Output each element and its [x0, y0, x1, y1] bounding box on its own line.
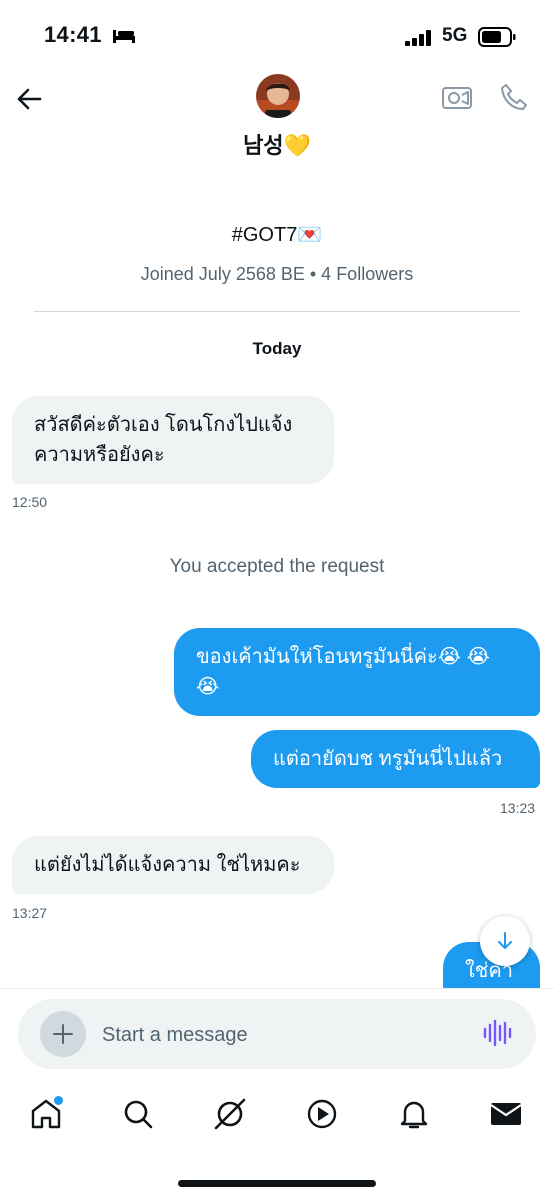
message-text: สวัสดีค่ะตัวเอง โดนโกงไปแจ้งความหรือยังค… — [34, 414, 293, 466]
add-media-button[interactable] — [40, 1011, 86, 1057]
bell-icon — [400, 1101, 428, 1129]
home-unread-dot — [52, 1094, 65, 1107]
received-message[interactable]: สวัสดีค่ะตัวเอง โดนโกงไปแจ้งความหรือยังค… — [12, 396, 334, 484]
grok-icon — [214, 1098, 246, 1130]
avatar[interactable] — [256, 74, 300, 118]
message-input[interactable] — [100, 1017, 464, 1053]
message-text: แต่ยังไม่ได้แจ้งความ ใช่ไหมคะ — [34, 854, 301, 876]
nav-notifications[interactable] — [396, 1096, 432, 1132]
voice-message-button[interactable] — [482, 1018, 512, 1048]
sent-message[interactable]: ของเค้ามันให่โอนทรูมันนี่ค่ะ😭 😭 😭 — [174, 628, 540, 716]
play-icon — [307, 1099, 337, 1129]
nav-grok[interactable] — [212, 1096, 248, 1132]
profile-joined-info: Joined July 2568 BE • 4 Followers — [140, 264, 414, 284]
message-text: แต่อายัดบช ทรูมันนี่ไปแล้ว — [273, 748, 503, 770]
envelope-icon — [490, 1103, 522, 1125]
system-message: You accepted the request — [169, 556, 385, 577]
message-text: ของเค้ามันให่โอนทรูมันนี่ค่ะ😭 😭 😭 — [196, 646, 490, 698]
sleep-focus-icon — [113, 30, 135, 43]
plus-icon — [53, 1024, 73, 1044]
message-timestamp: 12:50 — [12, 494, 48, 510]
status-time: 14:41 — [44, 22, 102, 47]
received-message[interactable]: แต่ยังไม่ได้แจ้งความ ใช่ไหมคะ — [12, 836, 334, 894]
nav-search[interactable] — [120, 1096, 156, 1132]
arrow-down-icon — [498, 932, 512, 949]
profile-bio: #GOT7💌 — [231, 224, 323, 246]
sent-message[interactable]: แต่อายัดบช ทรูมันนี่ไปแล้ว — [251, 730, 540, 788]
network-type: 5G — [442, 25, 468, 46]
divider — [34, 311, 520, 312]
composer-divider — [0, 988, 554, 989]
display-name[interactable]: 남성💛 — [0, 128, 554, 160]
message-timestamp: 13:27 — [12, 905, 48, 921]
message-timestamp: 13:23 — [500, 800, 536, 816]
voice-call-button[interactable] — [498, 82, 530, 114]
scroll-to-bottom-button[interactable] — [480, 916, 530, 966]
arrow-left-icon — [17, 88, 42, 110]
battery-icon — [478, 27, 516, 47]
avatar-image — [256, 74, 300, 118]
voice-wave-icon — [483, 1019, 512, 1047]
cellular-signal-icon — [405, 30, 431, 46]
nav-messages[interactable] — [488, 1096, 524, 1132]
video-icon — [442, 87, 472, 109]
nav-video[interactable] — [304, 1096, 340, 1132]
message-clip: ใช่ค่า — [0, 930, 554, 988]
video-call-button[interactable] — [441, 82, 473, 114]
back-button[interactable] — [14, 84, 44, 114]
day-separator: Today — [252, 339, 302, 358]
phone-icon — [501, 84, 527, 110]
home-indicator — [178, 1180, 376, 1187]
search-icon — [124, 1100, 153, 1129]
